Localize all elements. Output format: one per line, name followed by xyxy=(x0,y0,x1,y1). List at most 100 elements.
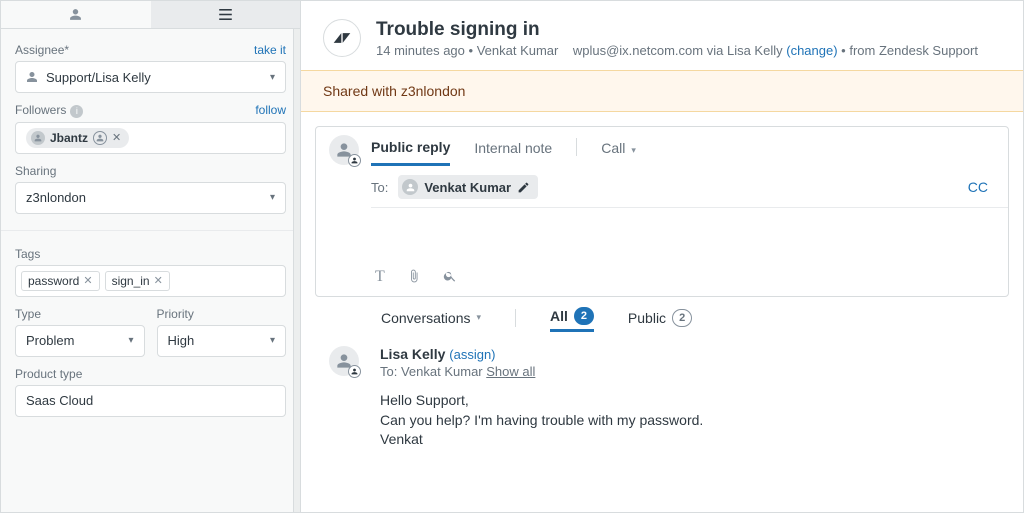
follow-link[interactable]: follow xyxy=(255,103,286,117)
tab-public-reply[interactable]: Public reply xyxy=(371,139,450,166)
compose-avatar xyxy=(329,135,359,165)
priority-label: Priority xyxy=(157,307,287,321)
sidebar-body: Assignee* take it Support/Lisa Kelly ▾ F… xyxy=(1,29,300,431)
tags-group: Tags password ✕ sign_in ✕ xyxy=(15,247,286,297)
person-icon xyxy=(69,8,82,21)
take-it-link[interactable]: take it xyxy=(254,43,286,57)
conversation-filters: Conversations ▾ All 2 Public 2 xyxy=(301,297,1023,338)
message-to: To: Venkat Kumar Show all xyxy=(380,364,1001,379)
chevron-down-icon: ▾ xyxy=(270,72,275,83)
message-item: Lisa Kelly (assign) To: Venkat Kumar Sho… xyxy=(301,338,1023,464)
recipient-pill[interactable]: Venkat Kumar xyxy=(398,175,538,199)
compose-tabs: Public reply Internal note Call▾ xyxy=(371,127,1008,167)
chevron-down-icon: ▾ xyxy=(477,312,482,323)
sidebar-scrollbar[interactable] xyxy=(293,29,300,512)
text-format-icon[interactable]: T xyxy=(375,268,385,286)
message-content: Hello Support, Can you help? I'm having … xyxy=(380,391,1001,450)
followers-group: Followersi follow Jbantz ✕ xyxy=(15,103,286,154)
chevron-down-icon: ▾ xyxy=(128,335,133,346)
shared-banner: Shared with z3nlondon xyxy=(301,70,1023,112)
change-link[interactable]: (change) xyxy=(786,43,837,58)
chevron-down-icon: ▾ xyxy=(270,192,275,203)
pencil-icon[interactable] xyxy=(517,181,530,194)
divider xyxy=(576,138,577,156)
sidebar-tabs xyxy=(1,1,300,29)
remove-tag-icon[interactable]: ✕ xyxy=(154,274,163,287)
assignee-value: Support/Lisa Kelly xyxy=(46,70,151,85)
count-badge: 2 xyxy=(672,309,692,327)
sharing-select[interactable]: z3nlondon ▾ xyxy=(15,182,286,214)
remove-follower-icon[interactable]: ✕ xyxy=(112,131,121,144)
divider xyxy=(1,230,300,231)
cc-link[interactable]: CC xyxy=(968,179,988,195)
tab-internal-note[interactable]: Internal note xyxy=(474,140,552,164)
assignee-label: Assignee* xyxy=(15,43,69,57)
ticket-email: wplus@ix.netcom.com xyxy=(573,43,703,58)
chevron-down-icon: ▾ xyxy=(631,145,636,155)
tag-chip: sign_in ✕ xyxy=(105,271,170,291)
avatar-icon xyxy=(31,131,45,145)
product-type-label: Product type xyxy=(15,367,286,381)
count-badge: 2 xyxy=(574,307,594,325)
type-group: Type Problem ▾ xyxy=(15,307,145,357)
remove-tag-icon[interactable]: ✕ xyxy=(83,274,92,287)
sharing-group: Sharing z3nlondon ▾ xyxy=(15,164,286,214)
person-outline-icon xyxy=(93,131,107,145)
zendesk-icon xyxy=(333,29,351,47)
type-value: Problem xyxy=(26,333,74,348)
ticket-header: Trouble signing in 14 minutes ago • Venk… xyxy=(301,1,1023,70)
type-select[interactable]: Problem ▾ xyxy=(15,325,145,357)
tab-call[interactable]: Call▾ xyxy=(601,140,636,164)
app-root: Assignee* take it Support/Lisa Kelly ▾ F… xyxy=(0,0,1024,513)
product-type-value: Saas Cloud xyxy=(26,393,93,408)
search-icon[interactable] xyxy=(443,269,457,286)
ticket-requester[interactable]: Venkat Kumar xyxy=(477,43,559,58)
priority-select[interactable]: High ▾ xyxy=(157,325,287,357)
compose-toolbar: T xyxy=(371,258,1008,296)
sidebar-tab-user[interactable] xyxy=(1,1,151,28)
attachment-icon[interactable] xyxy=(407,269,421,286)
assign-link[interactable]: (assign) xyxy=(449,347,495,362)
priority-group: Priority High ▾ xyxy=(157,307,287,357)
show-all-link[interactable]: Show all xyxy=(486,364,535,379)
avatar-icon xyxy=(402,179,418,195)
ticket-source: from Zendesk Support xyxy=(849,43,978,58)
sharing-label: Sharing xyxy=(15,164,286,178)
list-icon xyxy=(219,9,232,20)
tags-label: Tags xyxy=(15,247,286,261)
compose-to-row: To: Venkat Kumar CC xyxy=(371,167,1008,208)
tag-text: sign_in xyxy=(112,274,150,288)
filter-all[interactable]: All 2 xyxy=(550,307,594,332)
type-label: Type xyxy=(15,307,145,321)
filter-conversations[interactable]: Conversations ▾ xyxy=(381,310,481,326)
followers-input[interactable]: Jbantz ✕ xyxy=(15,122,286,154)
filter-public[interactable]: Public 2 xyxy=(628,309,692,327)
followers-label: Followersi xyxy=(15,103,83,118)
tags-input[interactable]: password ✕ sign_in ✕ xyxy=(15,265,286,297)
tag-text: password xyxy=(28,274,79,288)
priority-value: High xyxy=(168,333,195,348)
info-icon[interactable]: i xyxy=(70,105,83,118)
ticket-via-agent: Lisa Kelly xyxy=(727,43,783,58)
person-icon xyxy=(26,71,38,83)
compose-section: Public reply Internal note Call▾ To: Ven… xyxy=(301,112,1023,297)
ticket-title: Trouble signing in xyxy=(376,19,978,41)
product-type-input[interactable]: Saas Cloud xyxy=(15,385,286,417)
ticket-meta: 14 minutes ago • Venkat Kumar wplus@ix.n… xyxy=(376,43,978,58)
sender-name[interactable]: Lisa Kelly xyxy=(380,346,445,362)
ticket-sidebar: Assignee* take it Support/Lisa Kelly ▾ F… xyxy=(1,1,301,512)
message-avatar xyxy=(329,346,359,376)
product-type-group: Product type Saas Cloud xyxy=(15,367,286,417)
ticket-main: Trouble signing in 14 minutes ago • Venk… xyxy=(301,1,1023,512)
ticket-time: 14 minutes ago xyxy=(376,43,465,58)
divider xyxy=(515,309,516,327)
to-label: To: xyxy=(371,180,388,195)
compose-textarea[interactable] xyxy=(371,208,1008,258)
sidebar-tab-list[interactable] xyxy=(151,1,301,28)
follower-name: Jbantz xyxy=(50,131,88,145)
assignee-select[interactable]: Support/Lisa Kelly ▾ xyxy=(15,61,286,93)
assignee-group: Assignee* take it Support/Lisa Kelly ▾ xyxy=(15,43,286,93)
agent-badge-icon xyxy=(348,365,361,378)
tag-chip: password ✕ xyxy=(21,271,100,291)
recipient-name: Venkat Kumar xyxy=(401,364,483,379)
